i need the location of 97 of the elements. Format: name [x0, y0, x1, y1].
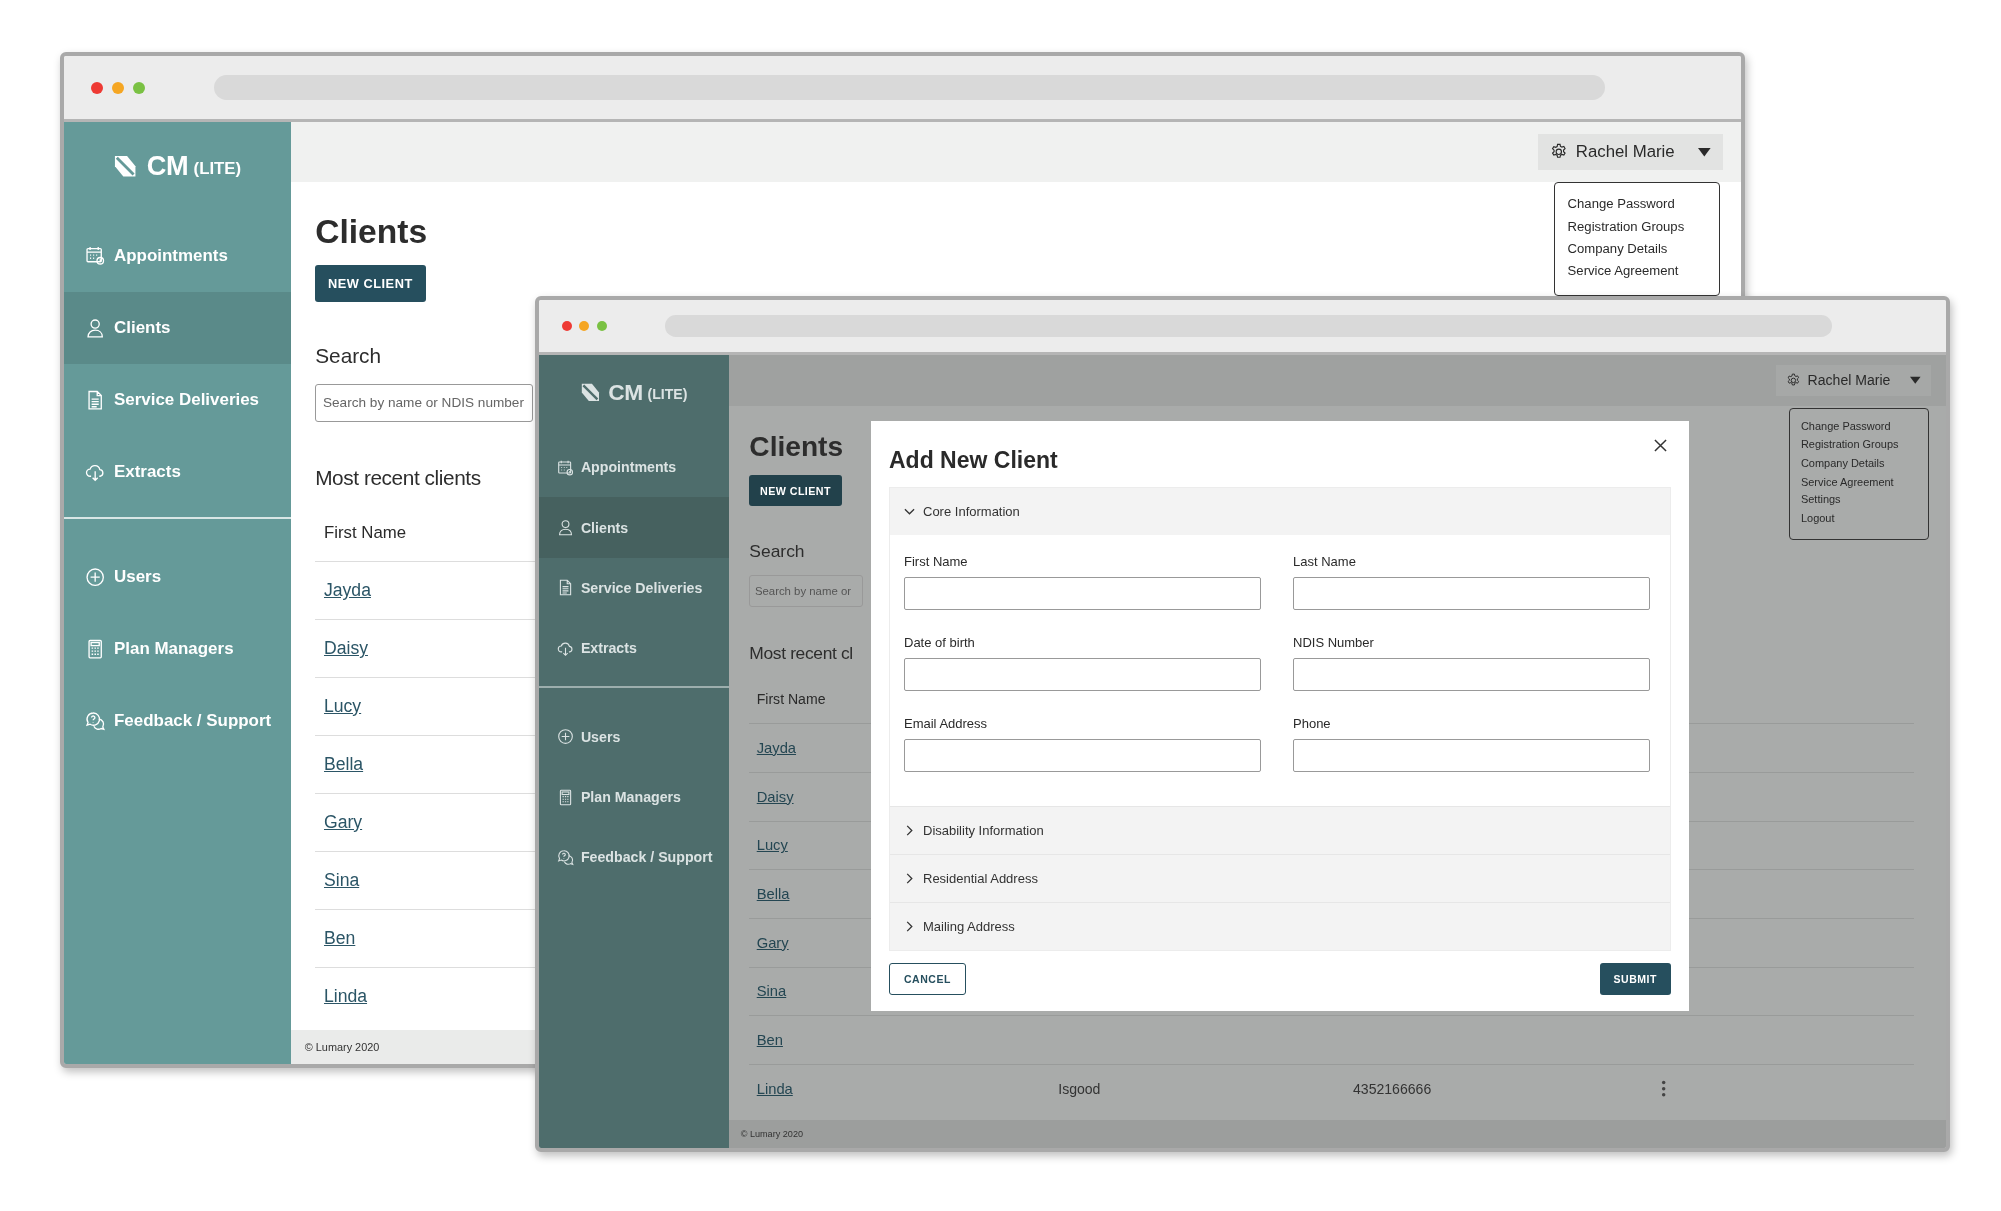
close-dot-icon[interactable] — [561, 321, 572, 332]
section-heading: Most recent clients — [315, 465, 481, 491]
client-link[interactable]: Daisy — [324, 638, 368, 660]
search-heading: Search — [749, 541, 805, 563]
nav-item[interactable]: Extracts — [539, 618, 730, 679]
logo-icon — [114, 154, 137, 178]
section-heading: Most recent cl — [749, 643, 853, 664]
logo-text: CM — [608, 378, 643, 406]
settings-icon — [1785, 373, 1801, 388]
chevron-icon — [904, 506, 915, 517]
plus-icon — [556, 728, 574, 746]
plus-icon — [85, 566, 106, 588]
nav-item[interactable]: Service Deliveries — [539, 557, 730, 619]
logo-text: CM — [146, 150, 188, 182]
logo-suffix: (LITE) — [647, 386, 688, 403]
menu-item[interactable]: Logout — [1800, 509, 1917, 529]
menu-item[interactable]: Service Agreement — [1567, 259, 1707, 282]
menu-item[interactable]: Registration Groups — [1567, 214, 1707, 238]
logo-icon — [580, 382, 600, 402]
cloud-icon — [556, 639, 574, 657]
client-link[interactable]: Ben — [756, 1032, 783, 1049]
calendar-icon — [85, 245, 106, 266]
client-link[interactable]: Bella — [324, 754, 364, 776]
client-link[interactable]: Lucy — [324, 696, 362, 718]
client-link[interactable]: Gary — [324, 812, 363, 833]
maximize-dot-icon[interactable] — [596, 321, 607, 332]
nav-item[interactable]: Clients — [539, 497, 730, 558]
page-title: Clients — [749, 430, 844, 465]
cancel-button[interactable]: CANCEL — [889, 963, 966, 995]
chevron-icon — [904, 825, 915, 836]
client-link[interactable]: Sina — [756, 983, 787, 1000]
dialog-title: Add New Client — [889, 446, 1058, 474]
more-options-icon[interactable] — [1661, 1080, 1667, 1098]
client-link[interactable]: Bella — [756, 886, 790, 903]
chevron-icon — [904, 921, 915, 932]
settings-icon — [1549, 143, 1568, 161]
menu-item[interactable]: Registration Groups — [1800, 435, 1917, 455]
input-field[interactable] — [904, 577, 1261, 610]
client-link[interactable]: Linda — [324, 985, 368, 1007]
input-field[interactable] — [904, 658, 1261, 691]
column-header: First Name — [324, 522, 407, 543]
column-header: First Name — [756, 691, 826, 708]
close-icon[interactable] — [1654, 439, 1667, 452]
input-field[interactable] — [1293, 739, 1650, 772]
nav-item[interactable]: Plan Managers — [539, 766, 730, 828]
search-field[interactable]: Search by name or NDIS number — [315, 383, 533, 423]
user-menu-button[interactable]: Rachel Marie — [1538, 133, 1723, 171]
field-label: NDIS Number — [1293, 634, 1375, 652]
field-label: First Name — [904, 553, 969, 571]
field-label: Date of birth — [904, 634, 976, 652]
input-field[interactable] — [904, 739, 1261, 772]
copyright-text: © Lumary 2020 — [740, 1128, 804, 1139]
person-icon — [556, 519, 574, 537]
field-label: Email Address — [904, 715, 989, 733]
logo-suffix: (LITE) — [193, 158, 242, 179]
client-link[interactable]: Gary — [756, 934, 789, 951]
menu-item[interactable]: Change Password — [1800, 417, 1917, 436]
search-field[interactable]: Search by name or — [749, 574, 864, 607]
minimize-dot-icon[interactable] — [579, 321, 590, 332]
client-link[interactable]: Daisy — [756, 788, 794, 805]
input-field[interactable] — [1293, 658, 1650, 691]
user-menu-button[interactable]: Rachel Marie — [1775, 364, 1931, 396]
nav-item[interactable]: Users — [539, 706, 730, 767]
new-client-button[interactable]: NEW CLIENT — [315, 265, 426, 303]
nav-item[interactable]: Clients — [64, 291, 292, 364]
field-label: Last Name — [1293, 553, 1357, 571]
maximize-dot-icon[interactable] — [132, 81, 145, 94]
chat-icon — [556, 848, 574, 866]
caret-icon — [1910, 375, 1921, 386]
menu-item[interactable]: Service Agreement Settings — [1800, 473, 1917, 510]
submit-button[interactable]: SUBMIT — [1599, 963, 1671, 995]
client-link[interactable]: Sina — [324, 869, 360, 891]
menu-item[interactable]: Change Password — [1567, 192, 1707, 215]
person-icon — [85, 317, 106, 338]
calendar-icon — [556, 458, 574, 476]
table-cell: 4352166666 — [1353, 1080, 1432, 1097]
chat-icon — [85, 711, 106, 732]
client-link[interactable]: Lucy — [756, 837, 788, 854]
field-label: Phone — [1293, 715, 1332, 733]
menu-item[interactable]: Company Details — [1567, 237, 1707, 260]
close-dot-icon[interactable] — [91, 81, 104, 94]
chevron-icon — [904, 873, 915, 884]
new-client-button[interactable]: NEW CLIENT — [749, 475, 842, 507]
client-link[interactable]: Jayda — [756, 739, 797, 756]
nav-item[interactable]: Feedback / Support — [539, 827, 730, 888]
minimize-dot-icon[interactable] — [112, 81, 124, 94]
search-heading: Search — [315, 344, 382, 369]
table-cell: Isgood — [1058, 1080, 1101, 1097]
input-field[interactable] — [1293, 577, 1650, 610]
client-link[interactable]: Jayda — [324, 580, 371, 602]
client-link[interactable]: Ben — [324, 927, 356, 949]
nav-item[interactable]: Appointments — [539, 437, 730, 498]
client-link[interactable]: Linda — [756, 1080, 793, 1097]
caret-icon — [1698, 145, 1711, 159]
copyright-text: © Lumary 2020 — [304, 1041, 380, 1054]
menu-item[interactable]: Company Details — [1800, 454, 1917, 474]
page-title: Clients — [315, 211, 428, 252]
